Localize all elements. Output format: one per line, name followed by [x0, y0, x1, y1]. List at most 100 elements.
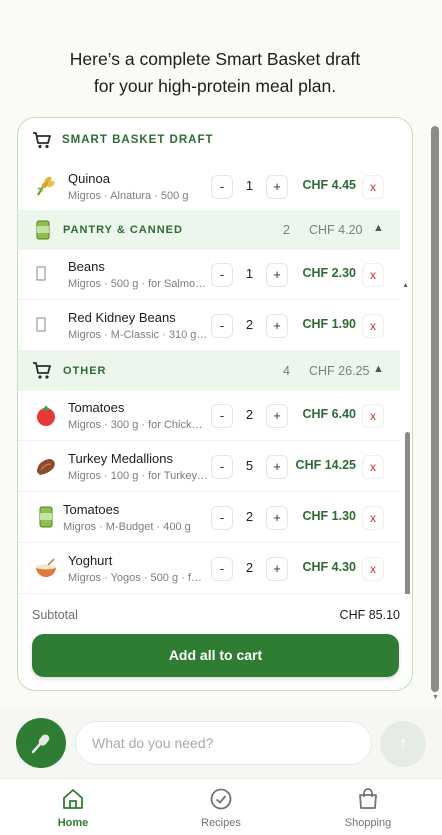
microphone-button[interactable]	[16, 718, 66, 768]
item-quantity: 5	[245, 458, 254, 473]
page-scrollbar[interactable]	[431, 126, 439, 692]
collapse-caret-icon[interactable]: ▲	[373, 222, 384, 234]
home-icon	[63, 789, 83, 809]
collapse-caret-icon[interactable]: ▲	[373, 363, 384, 375]
increase-button[interactable]: +	[266, 175, 288, 199]
item-meta: Migros · M-Classic · 310 g · for chili	[68, 329, 208, 341]
tomato-icon	[37, 405, 55, 426]
item-price: CHF 4.45	[302, 178, 357, 192]
add-all-to-cart-button[interactable]: Add all to cart	[32, 634, 399, 677]
nav-item-shopping[interactable]: Shopping	[323, 787, 413, 829]
item-price: CHF 2.30	[302, 266, 357, 280]
nav-label: Home	[57, 817, 89, 829]
item-price: CHF 1.30	[302, 509, 357, 523]
basket-list[interactable]: Quinoa Migros · Alnatura · 500 g - 1 + C…	[18, 162, 412, 594]
intro-line-2: for your high-protein meal plan.	[93, 76, 337, 96]
decrease-button[interactable]: -	[211, 314, 233, 338]
list-scrollbar[interactable]	[405, 432, 410, 594]
item-meta: Migros · Yogos · 500 g · for breakfast	[68, 572, 208, 584]
nav-item-recipes[interactable]: Recipes	[176, 787, 266, 829]
increase-button[interactable]: +	[266, 263, 288, 287]
item-meta: Migros · Alnatura · 500 g	[68, 190, 189, 202]
bowl-icon	[36, 558, 56, 577]
group-header-pantry[interactable]: PANTRY & CANNED 2 CHF 4.20 ▲	[18, 210, 400, 250]
smart-basket-card: SMART BASKET DRAFT Quinoa Migros · Alnat…	[17, 117, 413, 691]
check-circle-icon	[210, 788, 232, 810]
item-price: CHF 6.40	[302, 407, 357, 421]
intro-text: Here’s a complete Smart Basket draft for…	[0, 46, 430, 100]
item-quantity: 1	[245, 266, 254, 281]
placeholder-icon	[36, 266, 46, 281]
remove-button[interactable]: x	[362, 404, 384, 428]
microphone-icon	[31, 734, 50, 754]
nav-label: Recipes	[201, 817, 241, 829]
can-icon	[36, 220, 50, 240]
decrease-button[interactable]: -	[211, 175, 233, 199]
item-name: Beans	[68, 259, 105, 274]
group-count: 4	[283, 364, 290, 378]
send-button[interactable]: ↑	[380, 721, 426, 767]
list-scroll-up-arrow[interactable]: ▲	[402, 282, 409, 289]
remove-button[interactable]: x	[362, 263, 384, 287]
item-name: Turkey Medallions	[68, 451, 174, 466]
list-item: Tomatoes Migros · M-Budget · 400 g - 2 +…	[18, 493, 400, 543]
group-label: PANTRY & CANNED	[63, 224, 183, 236]
item-name: Quinoa	[68, 171, 110, 186]
item-quantity: 2	[245, 560, 254, 575]
item-quantity: 2	[245, 509, 254, 524]
intro-line-1: Here’s a complete Smart Basket draft	[69, 49, 361, 69]
composer-bar: ↑	[0, 708, 442, 778]
nav-item-home[interactable]: Home	[28, 787, 118, 829]
list-item: Turkey Medallions Migros · 100 g · for T…	[18, 442, 400, 492]
remove-button[interactable]: x	[362, 506, 384, 530]
remove-button[interactable]: x	[362, 314, 384, 338]
decrease-button[interactable]: -	[211, 557, 233, 581]
item-price: CHF 1.90	[302, 317, 357, 331]
decrease-button[interactable]: -	[211, 455, 233, 479]
item-price: CHF 4.30	[302, 560, 357, 574]
increase-button[interactable]: +	[266, 404, 288, 428]
remove-button[interactable]: x	[362, 175, 384, 199]
shopping-cart-icon	[33, 132, 51, 149]
nav-label: Shopping	[344, 817, 392, 829]
item-meta: Migros · 300 g · for Chicken bowl	[68, 419, 208, 431]
increase-button[interactable]: +	[266, 506, 288, 530]
list-item: Quinoa Migros · Alnatura · 500 g - 1 + C…	[18, 162, 400, 212]
list-item: Red Kidney Beans Migros · M-Classic · 31…	[18, 301, 400, 351]
arrow-up-icon: ↑	[398, 733, 408, 753]
group-count: 2	[283, 223, 290, 237]
item-meta: Migros · M-Budget · 400 g	[63, 521, 191, 533]
increase-button[interactable]: +	[266, 314, 288, 338]
group-total: CHF 4.20	[309, 223, 363, 237]
item-meta: Migros · 500 g · for Salmon bowl	[68, 278, 208, 290]
item-name: Red Kidney Beans	[68, 310, 176, 325]
remove-button[interactable]: x	[362, 455, 384, 479]
decrease-button[interactable]: -	[211, 506, 233, 530]
quantity-stepper: - 1 +	[211, 175, 291, 199]
quantity-stepper: - 2 +	[211, 314, 291, 338]
increase-button[interactable]: +	[266, 557, 288, 581]
grain-icon	[37, 176, 55, 196]
search-input[interactable]	[75, 721, 372, 765]
basket-title: SMART BASKET DRAFT	[62, 134, 214, 146]
group-label: OTHER	[63, 365, 107, 377]
remove-button[interactable]: x	[362, 557, 384, 581]
subtotal-row: Subtotal CHF 85.10	[32, 608, 400, 622]
meat-icon	[37, 459, 55, 475]
item-price: CHF 14.25	[295, 458, 356, 472]
placeholder-icon	[36, 317, 46, 332]
page-scroll-down-arrow[interactable]: ▼	[432, 694, 439, 701]
decrease-button[interactable]: -	[211, 263, 233, 287]
item-quantity: 2	[245, 407, 254, 422]
subtotal-value: CHF 85.10	[339, 608, 400, 622]
basket-header: SMART BASKET DRAFT	[18, 118, 412, 162]
list-item: Beans Migros · 500 g · for Salmon bowl -…	[18, 250, 400, 300]
decrease-button[interactable]: -	[211, 404, 233, 428]
quantity-stepper: - 5 +	[211, 455, 291, 479]
increase-button[interactable]: +	[266, 455, 288, 479]
item-quantity: 2	[245, 317, 254, 332]
group-total: CHF 26.25	[309, 364, 370, 378]
group-header-other[interactable]: OTHER 4 CHF 26.25 ▲	[18, 351, 400, 391]
list-item: Yoghurt Migros · Yogos · 500 g · for bre…	[18, 544, 400, 594]
item-quantity: 1	[245, 178, 254, 193]
